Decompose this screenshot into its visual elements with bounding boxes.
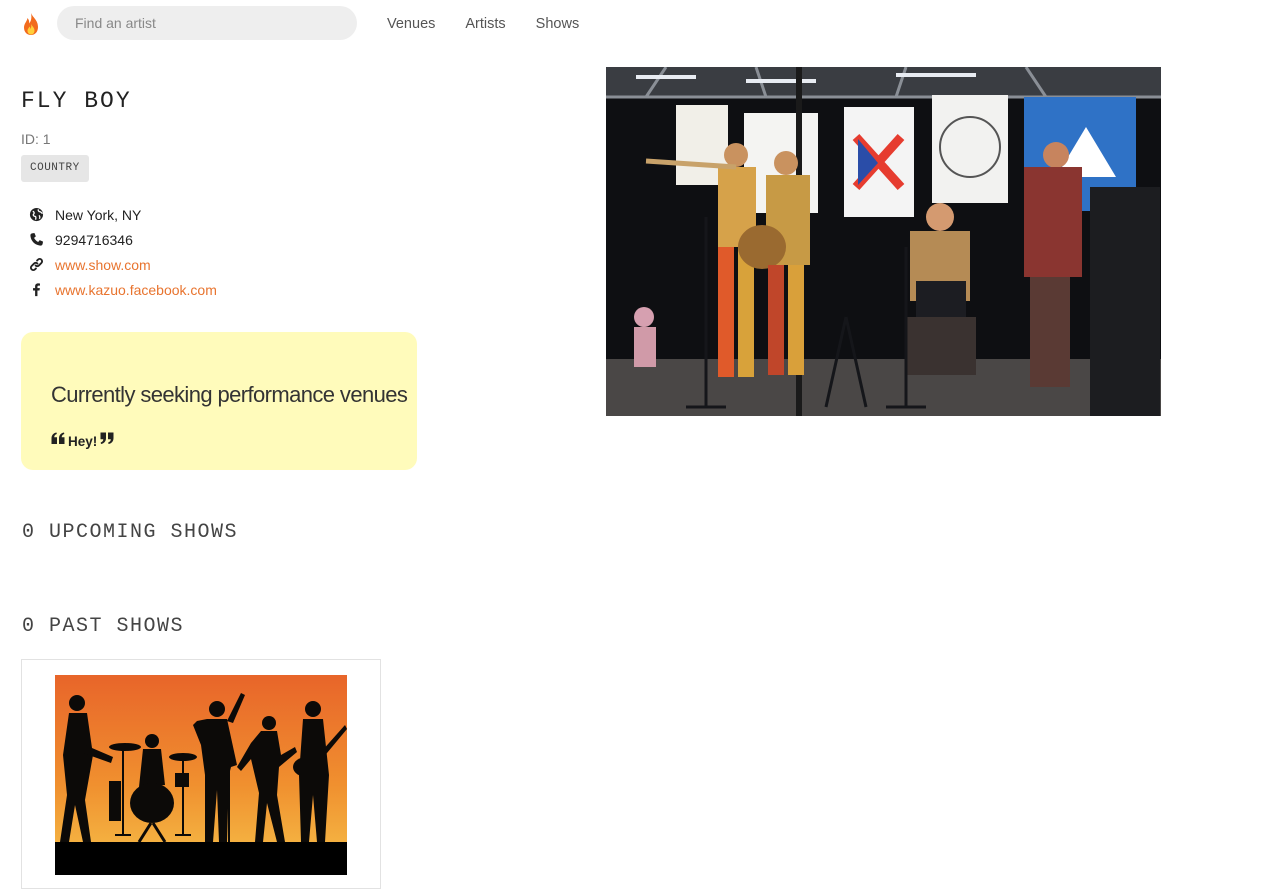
quote-right-icon	[100, 432, 114, 450]
website-link[interactable]: www.show.com	[55, 257, 151, 273]
past-shows-title: 0 PAST SHOWS	[22, 615, 185, 638]
seeking-title: Currently seeking performance venues	[51, 382, 408, 407]
globe-icon	[28, 207, 44, 223]
navbar: Venues Artists Shows	[0, 0, 1266, 50]
show-image[interactable]	[55, 675, 347, 875]
nav-venues[interactable]: Venues	[387, 16, 435, 32]
phone-row: 9294716346	[28, 227, 217, 252]
location-row: New York, NY	[28, 202, 217, 227]
artist-photo	[606, 67, 1161, 416]
facebook-row: www.kazuo.facebook.com	[28, 277, 217, 302]
website-row: www.show.com	[28, 252, 217, 277]
phone-icon	[28, 232, 44, 248]
genre-tag: COUNTRY	[21, 155, 89, 182]
facebook-icon	[28, 282, 44, 298]
seeking-quote-text: Hey!	[68, 433, 98, 449]
flame-icon[interactable]	[20, 12, 42, 36]
nav-shows[interactable]: Shows	[536, 16, 580, 32]
nav-links: Venues Artists Shows	[387, 16, 579, 32]
location-text: New York, NY	[55, 206, 142, 223]
past-show-card[interactable]	[21, 659, 381, 889]
seeking-quote: Hey!	[51, 432, 114, 450]
search-input[interactable]	[57, 6, 357, 40]
nav-artists[interactable]: Artists	[465, 16, 505, 32]
artist-id: ID: 1	[21, 131, 51, 147]
seeking-venues-box: Currently seeking performance venues Hey…	[21, 332, 417, 470]
facebook-link[interactable]: www.kazuo.facebook.com	[55, 282, 217, 298]
artist-info-list: New York, NY 9294716346 www.show.com www…	[28, 202, 217, 302]
link-icon	[28, 257, 44, 273]
artist-name: FLY BOY	[21, 88, 132, 114]
upcoming-shows-title: 0 UPCOMING SHOWS	[22, 521, 239, 544]
phone-text: 9294716346	[55, 231, 133, 248]
quote-left-icon	[51, 432, 65, 450]
